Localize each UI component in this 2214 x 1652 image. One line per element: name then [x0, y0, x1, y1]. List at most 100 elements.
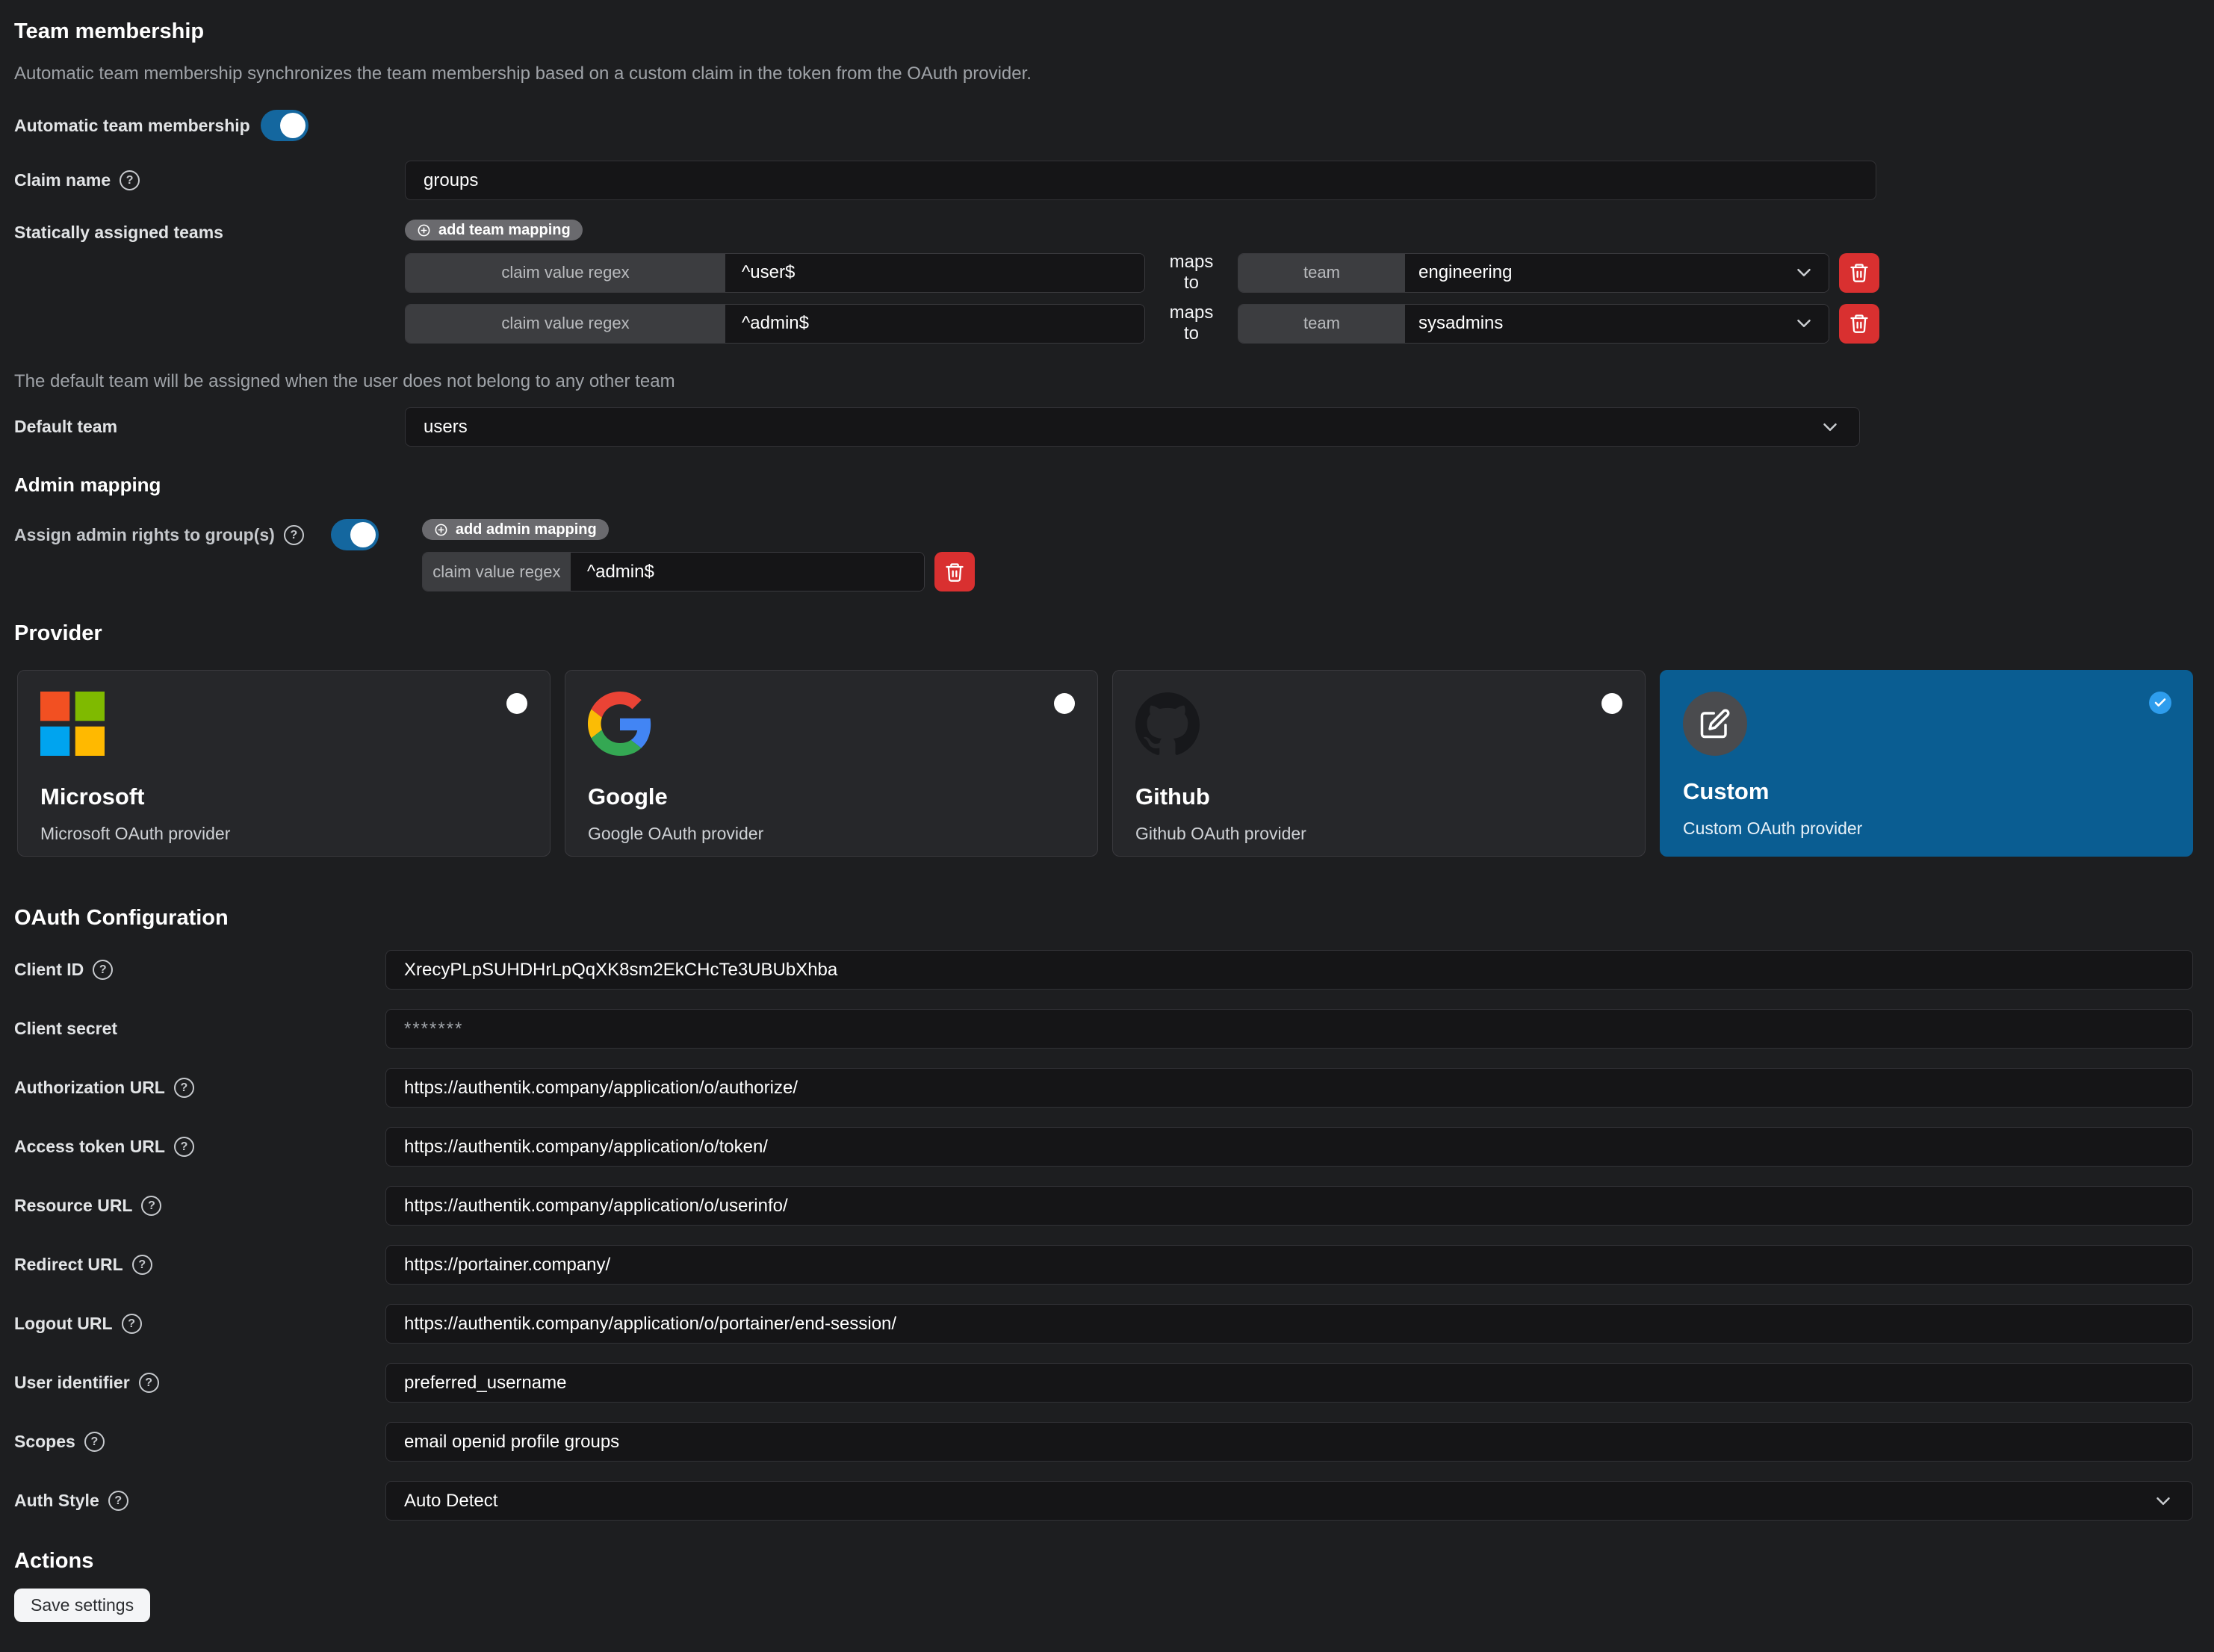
statically-assigned-teams-label: Statically assigned teams [14, 223, 223, 243]
access-token-url-label: Access token URL [14, 1137, 165, 1157]
team-mapping-row: claim value regex maps to team sysadmins [405, 302, 1879, 344]
team-addon: team [1238, 305, 1405, 343]
selected-check-icon [2149, 692, 2171, 714]
help-icon[interactable]: ? [132, 1255, 152, 1275]
plus-circle-icon [434, 523, 448, 537]
client-secret-row: Client secret [14, 1009, 2193, 1049]
help-icon[interactable]: ? [120, 170, 140, 190]
admin-mapping-title: Admin mapping [14, 473, 2193, 497]
automatic-team-membership-toggle[interactable] [261, 110, 308, 141]
provider-card-title: Custom [1683, 778, 2170, 805]
help-icon[interactable]: ? [122, 1314, 142, 1334]
auth-style-row: Auth Style ? Auto Detect [14, 1481, 2193, 1521]
redirect-url-input[interactable] [385, 1245, 2193, 1285]
claim-regex-input[interactable] [725, 305, 1144, 343]
trash-icon [1849, 262, 1870, 283]
resource-url-row: Resource URL ? [14, 1186, 2193, 1226]
trash-icon [1849, 313, 1870, 334]
authorization-url-input[interactable] [385, 1068, 2193, 1108]
default-team-label: Default team [14, 417, 117, 437]
user-identifier-input[interactable] [385, 1363, 2193, 1403]
chevron-down-icon [2152, 1490, 2174, 1512]
team-select[interactable]: engineering [1405, 254, 1829, 292]
client-id-input[interactable] [385, 950, 2193, 990]
help-icon[interactable]: ? [174, 1137, 194, 1157]
oauth-configuration-title: OAuth Configuration [14, 906, 2193, 931]
microsoft-logo [40, 692, 105, 756]
provider-radio[interactable] [1054, 693, 1075, 714]
client-secret-label: Client secret [14, 1019, 117, 1039]
save-settings-button[interactable]: Save settings [14, 1589, 150, 1622]
scopes-row: Scopes ? [14, 1422, 2193, 1462]
toggle-knob [350, 522, 376, 547]
google-logo [588, 692, 652, 756]
trash-icon [944, 562, 965, 583]
plus-circle-icon [417, 223, 431, 237]
provider-cards: Microsoft Microsoft OAuth provider Googl… [17, 670, 2193, 857]
default-team-hint: The default team will be assigned when t… [14, 371, 2193, 392]
team-select[interactable]: sysadmins [1405, 305, 1829, 343]
delete-team-mapping-button[interactable] [1839, 253, 1879, 293]
redirect-url-label: Redirect URL [14, 1255, 123, 1275]
delete-team-mapping-button[interactable] [1839, 304, 1879, 344]
team-membership-description: Automatic team membership synchronizes t… [14, 63, 2193, 84]
delete-admin-mapping-button[interactable] [934, 552, 975, 591]
team-mappings-area: add team mapping claim value regex maps … [405, 220, 1879, 353]
add-team-mapping-button[interactable]: add team mapping [405, 220, 583, 240]
provider-card-title: Github [1135, 783, 1622, 810]
automatic-team-membership-row: Automatic team membership [14, 110, 2193, 141]
provider-card-github[interactable]: Github Github OAuth provider [1112, 670, 1646, 857]
user-identifier-label: User identifier [14, 1373, 130, 1393]
provider-card-description: Github OAuth provider [1135, 824, 1622, 844]
provider-card-title: Google [588, 783, 1075, 810]
logout-url-row: Logout URL ? [14, 1304, 2193, 1344]
team-addon: team [1238, 254, 1405, 292]
auth-style-select[interactable]: Auto Detect [385, 1481, 2193, 1521]
assign-admin-rights-toggle[interactable] [331, 519, 379, 550]
provider-card-custom[interactable]: Custom Custom OAuth provider [1660, 670, 2193, 857]
claim-value-regex-addon: claim value regex [406, 254, 725, 292]
claim-name-input[interactable] [405, 161, 1876, 200]
help-icon[interactable]: ? [284, 525, 304, 545]
add-admin-mapping-button[interactable]: add admin mapping [422, 519, 609, 540]
redirect-url-row: Redirect URL ? [14, 1245, 2193, 1285]
claim-regex-group: claim value regex [422, 552, 925, 591]
maps-to-label: maps to [1162, 252, 1221, 294]
edit-icon [1683, 692, 1747, 756]
team-membership-title: Team membership [14, 19, 2193, 44]
claim-regex-group: claim value regex [405, 304, 1145, 344]
claim-regex-input[interactable] [725, 254, 1144, 292]
claim-name-row: Claim name ? [14, 161, 2193, 200]
provider-card-description: Microsoft OAuth provider [40, 824, 527, 844]
provider-card-microsoft[interactable]: Microsoft Microsoft OAuth provider [17, 670, 551, 857]
chevron-down-icon [1793, 261, 1815, 284]
provider-radio[interactable] [506, 693, 527, 714]
help-icon[interactable]: ? [93, 960, 113, 980]
logout-url-label: Logout URL [14, 1314, 113, 1334]
actions-title: Actions [14, 1549, 2193, 1574]
help-icon[interactable]: ? [108, 1491, 128, 1511]
access-token-url-row: Access token URL ? [14, 1127, 2193, 1167]
help-icon[interactable]: ? [141, 1196, 161, 1216]
auth-style-label: Auth Style [14, 1491, 99, 1511]
help-icon[interactable]: ? [139, 1373, 159, 1393]
access-token-url-input[interactable] [385, 1127, 2193, 1167]
github-logo [1135, 692, 1200, 756]
resource-url-input[interactable] [385, 1186, 2193, 1226]
scopes-input[interactable] [385, 1422, 2193, 1462]
client-secret-input[interactable] [385, 1009, 2193, 1049]
team-select-group: team sysadmins [1238, 304, 1829, 344]
claim-value-regex-addon: claim value regex [423, 553, 571, 591]
admin-claim-regex-input[interactable] [571, 553, 924, 591]
help-icon[interactable]: ? [84, 1432, 105, 1452]
chevron-down-icon [1793, 312, 1815, 335]
toggle-knob [280, 113, 306, 138]
user-identifier-row: User identifier ? [14, 1363, 2193, 1403]
authorization-url-label: Authorization URL [14, 1078, 165, 1098]
scopes-label: Scopes [14, 1432, 75, 1452]
default-team-select[interactable]: users [405, 407, 1860, 447]
logout-url-input[interactable] [385, 1304, 2193, 1344]
provider-radio[interactable] [1601, 693, 1622, 714]
provider-card-google[interactable]: Google Google OAuth provider [565, 670, 1098, 857]
help-icon[interactable]: ? [174, 1078, 194, 1098]
